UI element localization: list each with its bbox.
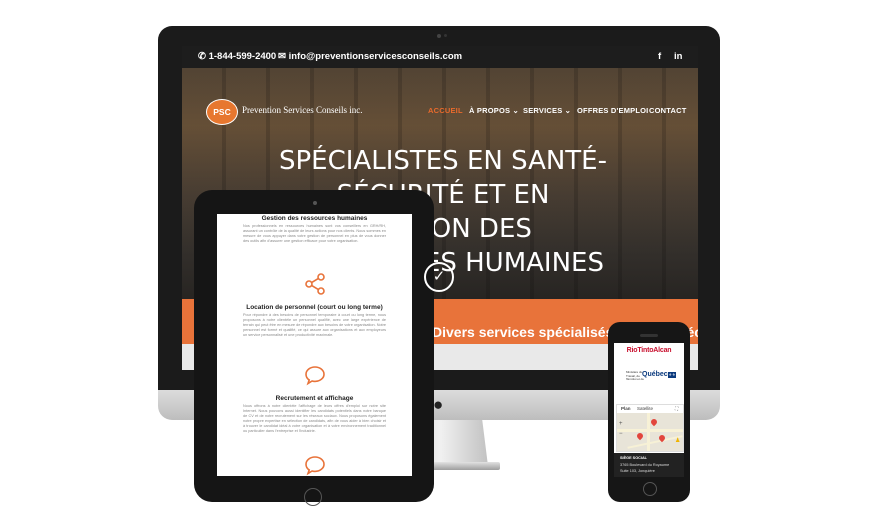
iphone-speaker — [640, 334, 658, 337]
section-text-location: Pour répondre à des besoins de personnel… — [243, 313, 386, 337]
apple-logo-icon: ● — [433, 395, 444, 414]
zoom-out-button[interactable]: − — [619, 431, 623, 437]
street-view-icon[interactable]: ♟ — [675, 437, 680, 444]
ipad-home-button[interactable] — [304, 488, 322, 506]
phone-number: 1-844-599-2400 — [208, 51, 277, 62]
phone-icon: ✆ — [198, 51, 206, 62]
section-heading-location: Location de personnel (court ou long ter… — [246, 304, 383, 311]
ipad-camera — [313, 201, 317, 205]
section-heading-recrutement: Recrutement et affichage — [275, 395, 354, 402]
phone-contact[interactable]: ✆ 1-844-599-2400 — [198, 51, 276, 62]
phone-footer: SIÈGE SOCIAL 3765 Boulevard du Royaume S… — [614, 453, 684, 477]
nav-services[interactable]: SERVICES ⌄ — [523, 106, 571, 115]
nav-contact[interactable]: CONTACT — [649, 106, 687, 115]
fullscreen-icon[interactable]: ⛶ — [675, 406, 678, 411]
top-contact-bar: ✆ 1-844-599-2400 ✉ info@preventionservic… — [182, 46, 698, 68]
tablet-screen: Gestion des ressources humaines Nos prof… — [217, 214, 412, 476]
section-heading-rh: Gestion des ressources humaines — [261, 215, 368, 222]
section-text-recrutement: Nous offrons à notre clientèle l'afficha… — [243, 404, 386, 433]
chat-bubble-icon — [305, 366, 325, 386]
envelope-icon: ✉ — [278, 51, 286, 62]
map-road — [617, 429, 683, 432]
email-address: info@preventionservicesconseils.com — [288, 51, 463, 62]
linkedin-icon[interactable]: in — [674, 51, 682, 62]
quebec-flag-icon: ⚜⚜ — [668, 372, 676, 378]
rio-tinto-logo: RioTintoAlcan — [626, 347, 672, 354]
map-type-tabs: Plan Satellite ⛶ — [617, 405, 683, 413]
map-tab-satellite[interactable]: Satellite — [637, 406, 653, 411]
hero-scroll-check-icon[interactable]: ✓ — [424, 262, 454, 292]
map-pin-icon[interactable] — [635, 431, 645, 441]
phone-screen: RioTintoAlcan Ministère du Travail, de l… — [614, 343, 684, 477]
share-icon — [305, 273, 325, 295]
zoom-in-button[interactable]: + — [619, 421, 623, 427]
footer-address-line-1: 3765 Boulevard du Royaume — [620, 463, 670, 467]
footer-address-line-2: Suite 103, Jonquière — [620, 469, 655, 473]
email-contact[interactable]: ✉ info@preventionservicesconseils.com — [278, 51, 462, 62]
quebec-logo: Québec — [642, 371, 668, 378]
chat-bubble-icon-partial — [305, 456, 325, 476]
map-road — [647, 413, 650, 451]
map-tab-plan[interactable]: Plan — [621, 406, 631, 411]
section-text-rh: Nos professionnels en ressources humaine… — [243, 224, 386, 243]
footer-title: SIÈGE SOCIAL — [620, 456, 648, 460]
nav-a-propos[interactable]: À PROPOS ⌄ — [469, 106, 519, 115]
imac-camera — [437, 34, 441, 38]
nav-offres-emploi[interactable]: OFFRES D'EMPLOI — [577, 106, 648, 115]
map-widget[interactable]: Plan Satellite ⛶ + − ♟ — [616, 404, 684, 452]
facebook-icon[interactable]: f — [658, 51, 661, 62]
logo-badge[interactable]: PSC — [206, 99, 238, 125]
nav-accueil[interactable]: ACCUEIL — [428, 106, 463, 115]
iphone-home-button[interactable] — [643, 482, 657, 496]
logo-text[interactable]: Prevention Services Conseils inc. — [242, 105, 362, 115]
imac-sensor — [444, 34, 447, 37]
map-pin-icon[interactable] — [649, 417, 659, 427]
